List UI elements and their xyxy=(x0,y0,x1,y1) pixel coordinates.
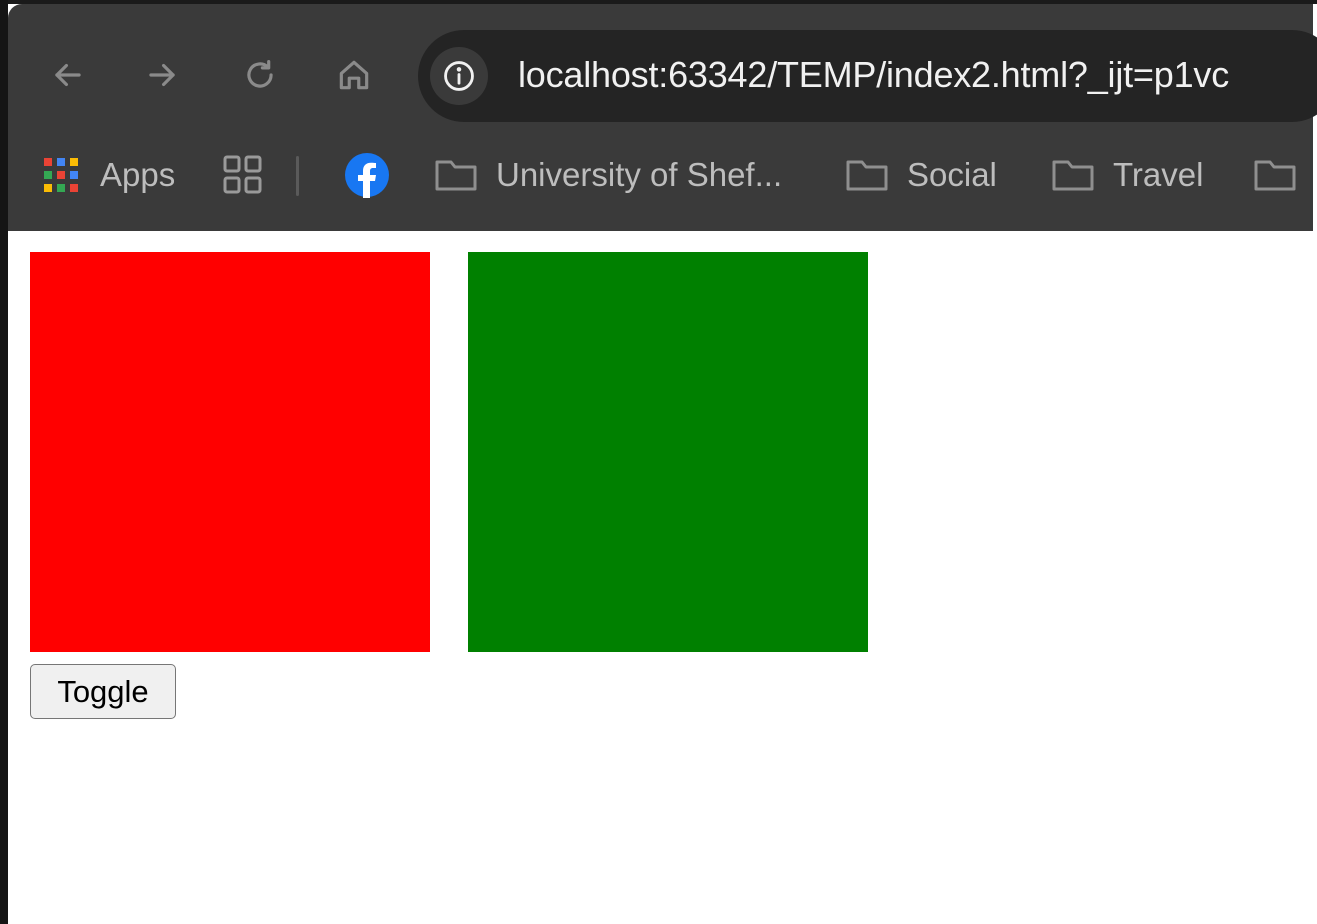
bookmark-folder-university[interactable]: University of Shef... xyxy=(434,152,782,198)
folder-icon xyxy=(846,160,888,191)
bookmark-label: Social xyxy=(907,156,997,193)
browser-window: localhost:63342/TEMP/index2.html?_ijt=p1… xyxy=(0,0,1317,924)
bookmark-folder-travel[interactable]: Travel xyxy=(1051,152,1203,198)
green-box xyxy=(468,252,868,652)
facebook-icon xyxy=(345,153,389,198)
site-info-icon[interactable] xyxy=(430,47,488,105)
folder-icon xyxy=(1052,160,1094,191)
window-left-edge xyxy=(0,0,8,924)
apps-grid-icon xyxy=(44,158,78,192)
bookmark-apps[interactable]: Apps xyxy=(42,152,175,198)
red-box xyxy=(30,252,430,652)
bookmark-facebook[interactable] xyxy=(344,152,390,198)
back-arrow-icon[interactable] xyxy=(45,52,91,98)
tab-groups-icon[interactable] xyxy=(222,152,264,198)
bookmark-label: Travel xyxy=(1113,156,1204,193)
home-icon[interactable] xyxy=(331,52,377,98)
toggle-button[interactable]: Toggle xyxy=(30,664,176,719)
folder-icon xyxy=(1254,160,1296,191)
apps-label: Apps xyxy=(100,156,176,193)
forward-arrow-icon[interactable] xyxy=(139,52,185,98)
bookmark-label: University of Shef... xyxy=(496,156,783,193)
url-text[interactable]: localhost:63342/TEMP/index2.html?_ijt=p1… xyxy=(518,54,1229,96)
bookmark-folder-more[interactable] xyxy=(1253,152,1297,198)
reload-icon[interactable] xyxy=(237,52,283,98)
bookmark-folder-social[interactable]: Social xyxy=(845,152,997,198)
bookmarks-separator xyxy=(296,156,299,196)
folder-icon xyxy=(435,160,477,191)
